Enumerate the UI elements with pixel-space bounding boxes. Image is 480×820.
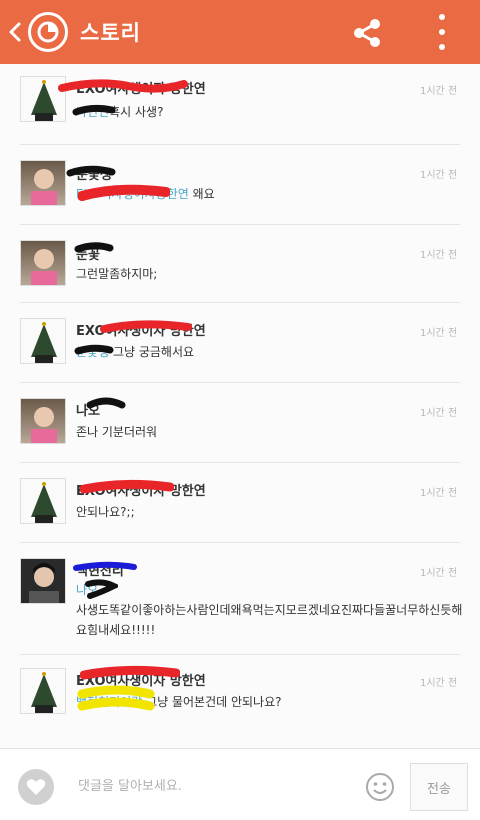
app-bar: 스토리 bbox=[0, 0, 480, 64]
avatar bbox=[20, 318, 66, 364]
comment-text: 존나 기분더러워 bbox=[76, 425, 158, 439]
back-icon[interactable] bbox=[4, 0, 26, 64]
comment-text: 그런말좀하지마; bbox=[76, 267, 158, 281]
comment-bar: 전송 bbox=[0, 748, 480, 820]
comment-text: 나인연혹시 사생? bbox=[76, 105, 164, 119]
more-icon[interactable] bbox=[430, 14, 454, 50]
avatar bbox=[20, 558, 66, 604]
divider bbox=[20, 302, 460, 303]
comment-time: 1시간 전 bbox=[420, 568, 458, 579]
comment-author[interactable]: EXO여사생이자 망한연 bbox=[76, 320, 206, 339]
comment-author[interactable]: 눈꽃생 bbox=[76, 164, 112, 183]
avatar bbox=[20, 478, 66, 524]
comment-time: 1시간 전 bbox=[420, 250, 458, 261]
comment-text: 나오 사생도똑같이좋아하는사람인데왜욕먹는지모르겠네요진짜다들꿀너무하신듯해요힘내… bbox=[76, 583, 463, 637]
app-logo-icon[interactable] bbox=[28, 12, 68, 52]
emoji-icon[interactable] bbox=[364, 771, 396, 803]
comment-time: 1시간 전 bbox=[420, 408, 458, 419]
comment-mention[interactable]: 백현천리이랑 bbox=[76, 695, 142, 709]
send-button[interactable]: 전송 bbox=[410, 763, 468, 811]
comment-text: 백현천리이랑 그냥 물어본건데 안되나요? bbox=[76, 695, 282, 709]
avatar bbox=[20, 160, 66, 206]
comment-time: 1시간 전 bbox=[420, 86, 458, 97]
comment-mention[interactable]: 눈꽃생 bbox=[76, 345, 109, 359]
comment-author[interactable]: 백현천리 bbox=[76, 560, 124, 579]
comment-input[interactable] bbox=[78, 769, 348, 803]
comment-author[interactable]: 나오 bbox=[76, 400, 100, 419]
heart-icon[interactable] bbox=[18, 769, 54, 805]
divider bbox=[20, 144, 460, 145]
divider bbox=[20, 224, 460, 225]
comment-author[interactable]: EXO여사생이자 망한연 bbox=[76, 78, 206, 97]
comment-mention[interactable]: 나인연 bbox=[76, 105, 109, 119]
comment-author[interactable]: 눈꽃 bbox=[76, 244, 100, 263]
comment-list: EXO여사생이자 망한연 1시간 전 나인연혹시 사생? 눈꽃생 1시간 전 E… bbox=[0, 64, 480, 748]
comment-mention[interactable]: EXO여사생이자망한연 bbox=[76, 187, 189, 201]
divider bbox=[20, 382, 460, 383]
comment-time: 1시간 전 bbox=[420, 678, 458, 689]
avatar bbox=[20, 668, 66, 714]
divider bbox=[20, 462, 460, 463]
comment-author[interactable]: EXO여사생이자 망한연 bbox=[76, 670, 206, 689]
comment-text: 눈꽃생 그냥 궁금해서요 bbox=[76, 345, 195, 359]
avatar bbox=[20, 240, 66, 286]
comment-time: 1시간 전 bbox=[420, 488, 458, 499]
page-title: 스토리 bbox=[80, 21, 141, 45]
comment-mention[interactable]: 나오 bbox=[76, 583, 98, 597]
divider bbox=[20, 542, 460, 543]
comment-text: 안되나요?;; bbox=[76, 505, 135, 519]
comment-author[interactable]: EXO여사생이자 망한연 bbox=[76, 480, 206, 499]
avatar bbox=[20, 398, 66, 444]
comment-text: EXO여사생이자망한연 왜요 bbox=[76, 187, 215, 201]
comment-time: 1시간 전 bbox=[420, 170, 458, 181]
share-icon[interactable] bbox=[350, 16, 384, 50]
avatar bbox=[20, 76, 66, 122]
divider bbox=[20, 654, 460, 655]
comment-time: 1시간 전 bbox=[420, 328, 458, 339]
